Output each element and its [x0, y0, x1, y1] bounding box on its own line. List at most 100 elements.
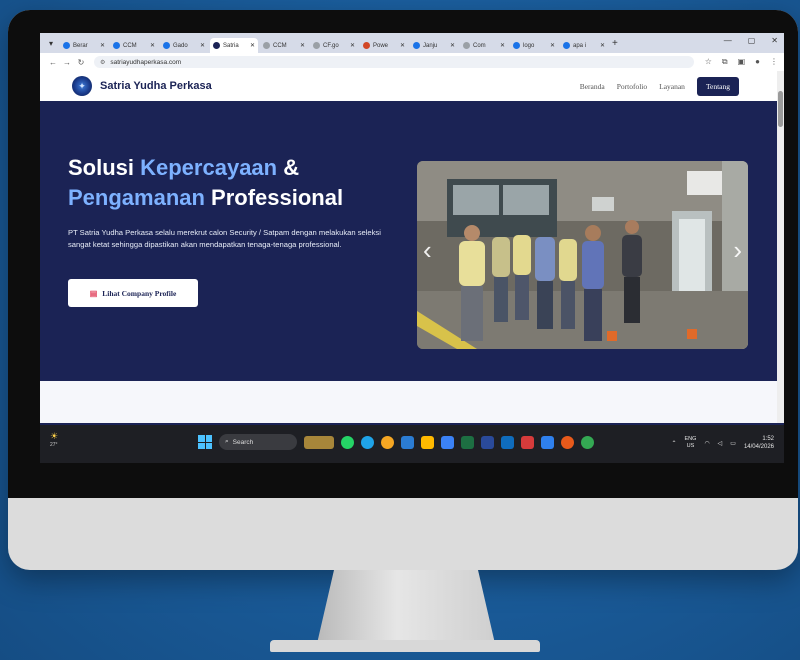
file-explorer-icon[interactable]: [421, 435, 434, 449]
acrobat-icon[interactable]: [521, 435, 534, 449]
tab-favicon-icon: [63, 42, 70, 49]
tab-label: Satria: [223, 42, 239, 49]
browser-toolbar: ← → ↻ ⚙ satriayudhaperkasa.com ☆ ⧉ ▣ ● ⋮: [40, 53, 784, 71]
tab-close-icon[interactable]: ✕: [500, 42, 505, 49]
company-profile-button[interactable]: ▤ Lihat Company Profile: [68, 279, 198, 307]
weather-widget[interactable]: ☀ 27°: [50, 431, 58, 448]
firefox-icon[interactable]: [381, 435, 394, 449]
tab-label: Berar: [73, 42, 88, 49]
translate-icon[interactable]: ⧉: [722, 57, 728, 67]
scrollbar-thumb[interactable]: [778, 91, 783, 127]
next-section-strip: [40, 381, 777, 423]
browser-tab[interactable]: Powe ✕: [360, 38, 408, 53]
tab-close-icon[interactable]: ✕: [150, 42, 155, 49]
clock[interactable]: 1:52 14/04/2026: [744, 435, 774, 451]
weather-icon: ☀: [50, 431, 59, 441]
page-scrollbar[interactable]: [777, 71, 784, 423]
carousel-prev-icon[interactable]: ‹: [423, 235, 432, 266]
site-brand[interactable]: Satria Yudha Perkasa: [100, 80, 212, 92]
tab-search-icon[interactable]: ▾: [44, 36, 58, 50]
tab-close-icon[interactable]: ✕: [100, 42, 105, 49]
wifi-icon[interactable]: ◠: [704, 440, 709, 447]
tab-favicon-icon: [513, 42, 520, 49]
tab-close-icon[interactable]: ✕: [200, 42, 205, 49]
weather-temp: 27°: [50, 442, 58, 448]
browser-tab[interactable]: Com ✕: [460, 38, 508, 53]
nav-beranda[interactable]: Beranda: [580, 82, 605, 91]
hero-title-part2: &: [277, 155, 300, 180]
carousel-next-icon[interactable]: ›: [733, 235, 742, 266]
monitor-stand-base: [270, 640, 540, 652]
browser-tab[interactable]: Gado ✕: [160, 38, 208, 53]
chrome-profile-icon[interactable]: [581, 435, 594, 449]
nav-tentang-button[interactable]: Tentang: [696, 76, 739, 96]
vscode-icon[interactable]: [541, 435, 554, 449]
minimize-icon[interactable]: —: [724, 36, 732, 45]
tab-label: apa i: [573, 42, 587, 49]
bookmark-star-icon[interactable]: ☆: [705, 57, 712, 67]
browser-tab[interactable]: Satria ✕: [210, 38, 258, 53]
monitor-stand-neck: [316, 570, 496, 648]
browser-tab[interactable]: Berar ✕: [60, 38, 108, 53]
tab-favicon-icon: [313, 42, 320, 49]
hero-title-highlight2: Pengamanan: [68, 185, 205, 210]
system-tray: ⌃ ENG US ◠ ◁ ▭ 1:52 14/04/2026: [671, 435, 774, 451]
tray-chevron-icon[interactable]: ⌃: [671, 440, 676, 447]
taskbar-search[interactable]: ⌕ Search: [219, 434, 297, 450]
profile-icon[interactable]: ●: [755, 57, 760, 67]
chrome-icon[interactable]: [361, 435, 374, 449]
volume-icon[interactable]: ◁: [718, 440, 723, 447]
back-icon[interactable]: ←: [46, 58, 60, 67]
tab-label: Gado: [173, 42, 188, 49]
browser-tab[interactable]: Janju ✕: [410, 38, 458, 53]
address-bar[interactable]: ⚙ satriayudhaperkasa.com: [94, 56, 694, 68]
browser-tab[interactable]: CF.go ✕: [310, 38, 358, 53]
tab-close-icon[interactable]: ✕: [350, 42, 355, 49]
battery-icon[interactable]: ▭: [730, 440, 736, 447]
site-info-icon[interactable]: ⚙: [100, 59, 105, 66]
language-indicator[interactable]: ENG US: [685, 436, 697, 450]
security-team-photo: [417, 161, 748, 349]
menu-kebab-icon[interactable]: ⋮: [770, 57, 778, 67]
photoshop-icon[interactable]: [481, 435, 494, 449]
url-text: satriayudhaperkasa.com: [110, 58, 182, 66]
colorful-app-icon[interactable]: [561, 435, 574, 449]
hero-title-part1: Solusi: [68, 155, 141, 180]
new-tab-button[interactable]: +: [612, 38, 618, 49]
maximize-icon[interactable]: ▢: [748, 36, 756, 45]
tab-close-icon[interactable]: ✕: [550, 42, 555, 49]
close-icon[interactable]: ✕: [771, 36, 778, 45]
nav-layanan[interactable]: Layanan: [659, 82, 685, 91]
tab-favicon-icon: [413, 42, 420, 49]
forward-icon[interactable]: →: [60, 58, 74, 67]
browser-tab[interactable]: apa i ✕: [560, 38, 608, 53]
nav-portofolio[interactable]: Portofolio: [617, 82, 647, 91]
tab-favicon-icon: [563, 42, 570, 49]
browser-tab-bar: ▾ Berar ✕ CCM ✕ Gado ✕ Satria ✕ CCM ✕ CF.go ✕ Powe ✕ J…: [40, 33, 784, 53]
tab-favicon-icon: [113, 42, 120, 49]
store-icon[interactable]: [441, 435, 454, 449]
tab-close-icon[interactable]: ✕: [300, 42, 305, 49]
tab-favicon-icon: [263, 42, 270, 49]
excel-icon[interactable]: [461, 435, 474, 449]
tab-label: Janju: [423, 42, 438, 49]
tab-close-icon[interactable]: ✕: [600, 42, 605, 49]
hero-section: Solusi Kepercayaan & Pengamanan Professi…: [40, 101, 777, 381]
browser-tab[interactable]: logo ✕: [510, 38, 558, 53]
logo-icon[interactable]: ✦: [72, 76, 92, 96]
site-nav-links: Beranda Portofolio Layanan Tentang: [580, 76, 739, 96]
browser-tab[interactable]: CCM ✕: [260, 38, 308, 53]
reload-icon[interactable]: ↻: [74, 58, 88, 67]
hero-description: PT Satria Yudha Perkasa selalu merekrut …: [68, 228, 381, 249]
extensions-icon[interactable]: ▣: [738, 57, 746, 67]
word-icon[interactable]: [401, 435, 414, 449]
taskbar-apps: ⌕ Search: [198, 434, 594, 450]
tab-close-icon[interactable]: ✕: [250, 42, 255, 49]
tab-close-icon[interactable]: ✕: [400, 42, 405, 49]
windows-start-icon[interactable]: [198, 435, 212, 449]
tab-close-icon[interactable]: ✕: [450, 42, 455, 49]
outlook-icon[interactable]: [501, 435, 514, 449]
whatsapp-icon[interactable]: [341, 435, 354, 449]
news-widget-icon[interactable]: [304, 435, 334, 449]
browser-tab[interactable]: CCM ✕: [110, 38, 158, 53]
